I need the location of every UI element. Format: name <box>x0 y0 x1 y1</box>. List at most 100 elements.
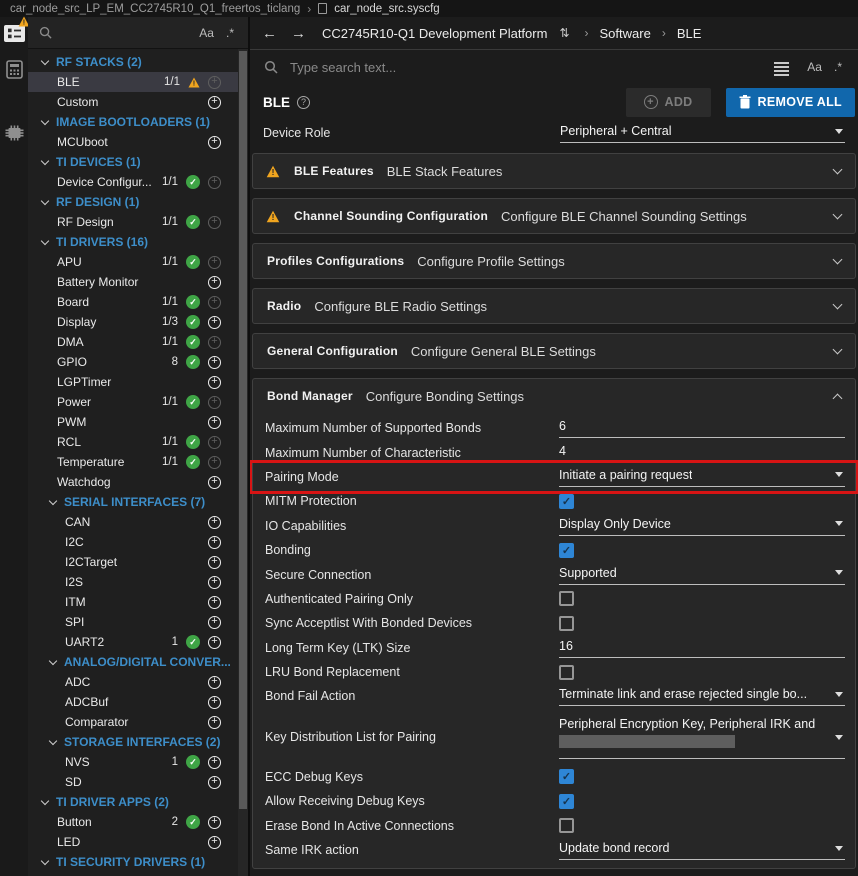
breadcrumb-software[interactable]: Software <box>600 26 651 41</box>
help-icon[interactable]: ? <box>297 96 310 109</box>
add-module-button[interactable] <box>208 556 221 569</box>
tree-module[interactable]: Power 1/1 <box>28 392 248 412</box>
tree-module[interactable]: CAN <box>28 512 248 532</box>
add-module-button[interactable] <box>208 316 221 329</box>
config-search-input[interactable] <box>290 60 762 75</box>
add-module-button[interactable] <box>208 636 221 649</box>
section-header[interactable]: Bond Manager Configure Bonding Settings <box>253 379 855 413</box>
add-module-button[interactable] <box>208 756 221 769</box>
add-module-button[interactable] <box>208 356 221 369</box>
add-module-button[interactable] <box>208 416 221 429</box>
tree-category[interactable]: CRYPTO DRIVERS (10) <box>28 872 248 876</box>
tree-module[interactable]: Comparator <box>28 712 248 732</box>
add-module-button[interactable] <box>208 436 221 449</box>
section-header[interactable]: Channel Sounding Configuration Configure… <box>253 199 855 233</box>
tree-module[interactable]: PWM <box>28 412 248 432</box>
add-module-button[interactable] <box>208 536 221 549</box>
checkbox[interactable] <box>559 794 574 809</box>
add-module-button[interactable] <box>208 816 221 829</box>
match-case-icon[interactable]: Aa <box>807 60 822 74</box>
breadcrumb-device[interactable]: CC2745R10-Q1 Development Platform <box>322 26 547 41</box>
add-module-button[interactable] <box>208 696 221 709</box>
add-module-button[interactable] <box>208 716 221 729</box>
select-input[interactable]: Supported <box>559 565 845 585</box>
checkbox[interactable] <box>559 591 574 606</box>
tree-category[interactable]: STORAGE INTERFACES (2) <box>28 732 248 752</box>
section-header[interactable]: BLE Features BLE Stack Features <box>253 154 855 188</box>
add-module-button[interactable] <box>208 516 221 529</box>
add-module-button[interactable] <box>208 276 221 289</box>
tree-module[interactable]: SD <box>28 772 248 792</box>
add-module-button[interactable] <box>208 296 221 309</box>
checkbox[interactable] <box>559 494 574 509</box>
tree-category[interactable]: TI DRIVERS (16) <box>28 232 248 252</box>
text-input[interactable]: 16 <box>559 638 845 658</box>
filter-icon[interactable] <box>774 66 789 68</box>
add-module-button[interactable] <box>208 836 221 849</box>
section-header[interactable]: General Configuration Configure General … <box>253 334 855 368</box>
add-button[interactable]: ADD <box>626 88 711 117</box>
text-input[interactable]: 4 <box>559 443 845 463</box>
tree-module[interactable]: I2C <box>28 532 248 552</box>
tree-module[interactable]: Custom <box>28 92 248 112</box>
add-module-button[interactable] <box>208 396 221 409</box>
add-module-button[interactable] <box>208 136 221 149</box>
tree-category[interactable]: SERIAL INTERFACES (7) <box>28 492 248 512</box>
select-input[interactable]: Initiate a pairing request <box>559 467 845 487</box>
tree-module[interactable]: NVS 1 <box>28 752 248 772</box>
remove-all-button[interactable]: REMOVE ALL <box>726 88 855 117</box>
multiselect-input[interactable]: Peripheral Encryption Key, Peripheral IR… <box>559 715 845 759</box>
tree-module[interactable]: RCL 1/1 <box>28 432 248 452</box>
tree-module[interactable]: Display 1/3 <box>28 312 248 332</box>
section-header[interactable]: Radio Configure BLE Radio Settings <box>253 289 855 323</box>
tree-module[interactable]: MCUboot <box>28 132 248 152</box>
activity-board-tab[interactable] <box>2 58 26 80</box>
regex-icon[interactable]: .* <box>226 26 234 40</box>
tree-module[interactable]: RF Design 1/1 <box>28 212 248 232</box>
match-case-icon[interactable]: Aa <box>199 26 214 40</box>
activity-software-tab[interactable] <box>2 22 26 44</box>
add-module-button[interactable] <box>208 376 221 389</box>
sidebar-search-input[interactable] <box>64 26 187 40</box>
checkbox[interactable] <box>559 769 574 784</box>
tree-module[interactable]: Button 2 <box>28 812 248 832</box>
add-module-button[interactable] <box>208 176 221 189</box>
tree-module[interactable]: ADC <box>28 672 248 692</box>
tree-category[interactable]: RF STACKS (2) <box>28 52 248 72</box>
add-module-button[interactable] <box>208 616 221 629</box>
tree-category[interactable]: IMAGE BOOTLOADERS (1) <box>28 112 248 132</box>
tree-module[interactable]: UART2 1 <box>28 632 248 652</box>
tree-module[interactable]: I2CTarget <box>28 552 248 572</box>
tree-category[interactable]: RF DESIGN (1) <box>28 192 248 212</box>
tree-module[interactable]: ITM <box>28 592 248 612</box>
select-input[interactable]: Update bond record <box>559 840 845 860</box>
tree-module[interactable]: Device Configur... 1/1 <box>28 172 248 192</box>
tree-module[interactable]: APU 1/1 <box>28 252 248 272</box>
add-module-button[interactable] <box>208 776 221 789</box>
tree-module[interactable]: BLE 1/1 <box>28 72 248 92</box>
tree-category[interactable]: TI DEVICES (1) <box>28 152 248 172</box>
breadcrumb-ble[interactable]: BLE <box>677 26 702 41</box>
sidebar-scrollbar[interactable] <box>238 49 248 876</box>
tree-module[interactable]: I2S <box>28 572 248 592</box>
tree-module[interactable]: DMA 1/1 <box>28 332 248 352</box>
file-tab[interactable]: car_node_src.syscfg <box>334 3 439 15</box>
project-breadcrumb[interactable]: car_node_src_LP_EM_CC2745R10_Q1_freertos… <box>10 3 300 15</box>
tree-module[interactable]: ADCBuf <box>28 692 248 712</box>
add-module-button[interactable] <box>208 596 221 609</box>
nav-back-button[interactable]: ← <box>262 25 277 42</box>
add-module-button[interactable] <box>208 576 221 589</box>
tree-module[interactable]: Temperature 1/1 <box>28 452 248 472</box>
checkbox[interactable] <box>559 616 574 631</box>
tree-module[interactable]: Board 1/1 <box>28 292 248 312</box>
select-input[interactable]: Display Only Device <box>559 516 845 536</box>
add-module-button[interactable] <box>208 256 221 269</box>
activity-device-tab[interactable] <box>2 122 26 144</box>
select-input[interactable]: Terminate link and erase rejected single… <box>559 686 845 706</box>
regex-icon[interactable]: .* <box>834 60 842 74</box>
checkbox[interactable] <box>559 818 574 833</box>
add-module-button[interactable] <box>208 476 221 489</box>
checkbox[interactable] <box>559 543 574 558</box>
tree-module[interactable]: GPIO 8 <box>28 352 248 372</box>
tree-module[interactable]: Watchdog <box>28 472 248 492</box>
